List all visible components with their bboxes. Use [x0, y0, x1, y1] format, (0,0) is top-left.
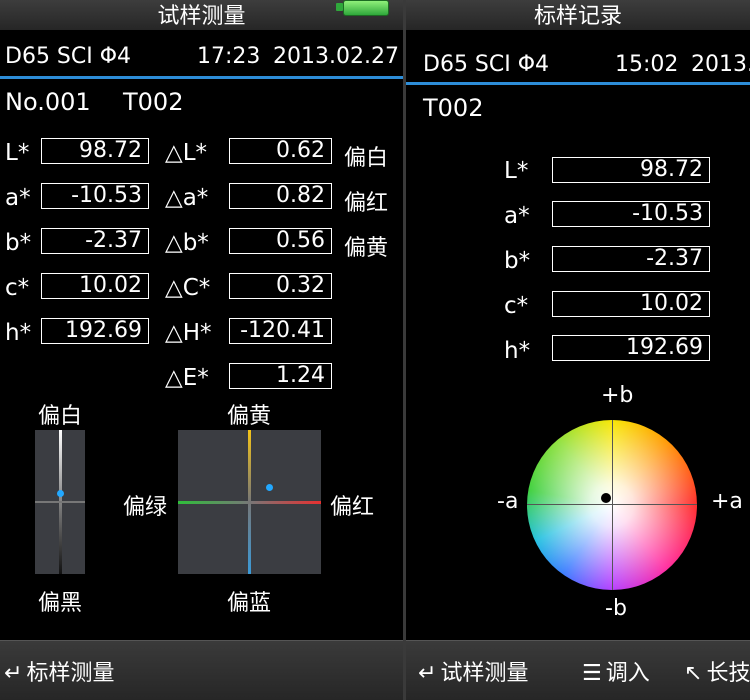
sample-measure-button[interactable]: ↵ 试样测量	[418, 655, 528, 687]
standard-measure-button[interactable]: ↵ 标样测量	[4, 655, 114, 687]
dE-value: 1.24	[229, 363, 332, 389]
dE-label: △E*	[165, 365, 209, 391]
time-label-right: 15:02	[615, 52, 679, 77]
wheel-plus-b-label: +b	[601, 383, 634, 408]
screen-title-right: 标样记录	[533, 4, 622, 29]
bottom-bar-right: ↵ 试样测量 ☰ 调入 ↖ 长技	[406, 640, 750, 700]
c-value: 10.02	[41, 273, 149, 299]
long-press-button[interactable]: ↖ 长技	[684, 655, 750, 687]
wheel-position-dot	[601, 493, 611, 503]
date-label: 2013.02.27	[273, 44, 399, 69]
long-press-label: 长技	[706, 661, 750, 686]
dC-label: △C*	[165, 275, 211, 301]
standard-measure-label: 标样测量	[26, 661, 115, 686]
b-value: -2.37	[41, 228, 149, 254]
a-value-right: -10.53	[552, 201, 710, 227]
abgrid-right-label: 偏红	[330, 495, 375, 520]
dH-value: -120.41	[229, 318, 332, 344]
c-value-right: 10.02	[552, 291, 710, 317]
title-bar: 试样测量	[0, 0, 403, 30]
db-value: 0.56	[229, 228, 332, 254]
standard-record-screen: 标样记录 D65 SCI Φ4 15:02 2013. T002 L* 98.7…	[406, 0, 750, 700]
wheel-b-axis	[612, 420, 613, 590]
standard-name: T002	[423, 94, 484, 122]
a-label-right: a*	[504, 203, 530, 229]
diagonal-arrow-icon: ↖	[684, 661, 703, 686]
a-value: -10.53	[41, 183, 149, 209]
sample-number: No.001	[5, 88, 91, 116]
title-bar-right: 标样记录	[406, 0, 750, 30]
L-label-right: L*	[504, 158, 529, 184]
dH-label: △H*	[165, 320, 212, 346]
header-divider-right	[406, 82, 750, 85]
lightbar-bottom-label: 偏黑	[38, 591, 83, 616]
time-label: 17:23	[197, 44, 261, 69]
L-label: L*	[5, 140, 30, 166]
b-label-right: b*	[504, 248, 531, 274]
load-button[interactable]: ☰ 调入	[582, 655, 650, 687]
date-label-right: 2013.	[691, 52, 750, 77]
c-label: c*	[5, 275, 30, 301]
wheel-minus-b-label: -b	[605, 596, 627, 621]
h-label-right: h*	[504, 338, 531, 364]
illuminant-label: D65 SCI Φ4	[5, 44, 132, 69]
enter-arrow-icon: ↵	[4, 661, 23, 686]
b-value-right: -2.37	[552, 246, 710, 272]
da-value: 0.82	[229, 183, 332, 209]
lightbar-top-label: 偏白	[38, 404, 83, 429]
h-value-right: 192.69	[552, 335, 710, 361]
db-note: 偏黄	[344, 236, 389, 261]
db-label: △b*	[165, 230, 209, 256]
bottom-bar: ↵ 标样测量	[0, 640, 403, 700]
illuminant-label-right: D65 SCI Φ4	[423, 52, 550, 77]
c-label-right: c*	[504, 293, 529, 319]
dL-value: 0.62	[229, 138, 332, 164]
ab-marker	[266, 484, 273, 491]
h-label: h*	[5, 320, 32, 346]
h-value: 192.69	[41, 318, 149, 344]
header-divider	[0, 76, 403, 79]
b-label: b*	[5, 230, 32, 256]
da-note: 偏红	[344, 191, 389, 216]
dL-note: 偏白	[344, 146, 389, 171]
lightness-center-line	[35, 501, 85, 503]
abgrid-bottom-label: 偏蓝	[227, 591, 272, 616]
lightness-bar	[35, 430, 85, 574]
battery-nub	[336, 3, 343, 11]
da-label: △a*	[165, 185, 209, 211]
lightness-marker	[57, 490, 64, 497]
a-axis-line	[178, 501, 321, 504]
dL-label: △L*	[165, 140, 208, 166]
load-label: 调入	[605, 661, 650, 686]
sample-measure-label: 试样测量	[440, 661, 529, 686]
wheel-minus-a-label: -a	[497, 489, 519, 514]
sample-name: T002	[123, 88, 184, 116]
enter-arrow-icon-right: ↵	[418, 661, 437, 686]
L-value: 98.72	[41, 138, 149, 164]
sample-measure-screen: 试样测量 D65 SCI Φ4 17:23 2013.02.27 No.001 …	[0, 0, 403, 700]
abgrid-top-label: 偏黄	[227, 404, 272, 429]
a-label: a*	[5, 185, 31, 211]
L-value-right: 98.72	[552, 157, 710, 183]
dC-value: 0.32	[229, 273, 332, 299]
ab-difference-grid	[178, 430, 321, 574]
abgrid-left-label: 偏绿	[123, 495, 168, 520]
menu-lines-icon: ☰	[582, 661, 602, 686]
battery-icon	[343, 0, 389, 16]
wheel-plus-a-label: +a	[711, 489, 743, 514]
